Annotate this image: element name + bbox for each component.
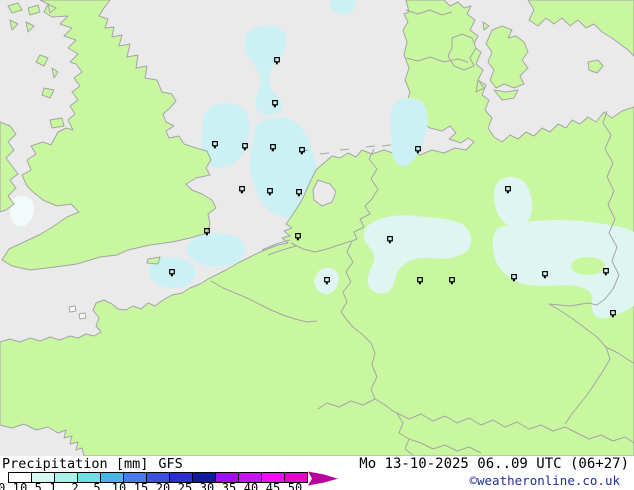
- precip-color-scale: [8, 472, 308, 483]
- precipitation-map: [0, 0, 634, 456]
- scale-label: 10: [111, 481, 127, 490]
- scale-arrow-icon: [308, 471, 339, 486]
- scale-label: 1: [49, 481, 57, 490]
- channel-island: [78, 312, 87, 320]
- map-title: Precipitation [mm] GFS: [2, 457, 183, 471]
- unit-label: [mm]: [115, 456, 149, 472]
- scale-label: 25: [177, 481, 193, 490]
- anglesey-island: [49, 117, 65, 129]
- channel-island: [68, 305, 77, 313]
- scale-label: 0.1: [0, 481, 20, 490]
- scale-label: 15: [133, 481, 149, 490]
- scale-label: 5: [93, 481, 101, 490]
- product-label: Precipitation: [2, 456, 108, 472]
- forecast-datetime: Mo 13-10-2025 06..09 UTC (06+27): [359, 456, 629, 472]
- copyright-text: ©weatheronline.co.uk: [469, 473, 620, 488]
- scale-label: 20: [155, 481, 171, 490]
- scale-label: 30: [199, 481, 215, 490]
- scale-label: 0.5: [20, 481, 42, 490]
- scale-label: 40: [243, 481, 259, 490]
- scale-label: 2: [71, 481, 79, 490]
- weather-map-page: Precipitation [mm] GFS 0.1 0.5 1 2 5 10 15 20 25 3…: [0, 0, 634, 490]
- scale-label: 45: [265, 481, 281, 490]
- legend-bar: Precipitation [mm] GFS 0.1 0.5 1 2 5 10 15 20 25 3…: [0, 456, 634, 490]
- scale-label: 50: [287, 481, 303, 490]
- model-label: GFS: [158, 456, 183, 472]
- precip-hole-green: [571, 257, 605, 275]
- scale-label: 35: [221, 481, 237, 490]
